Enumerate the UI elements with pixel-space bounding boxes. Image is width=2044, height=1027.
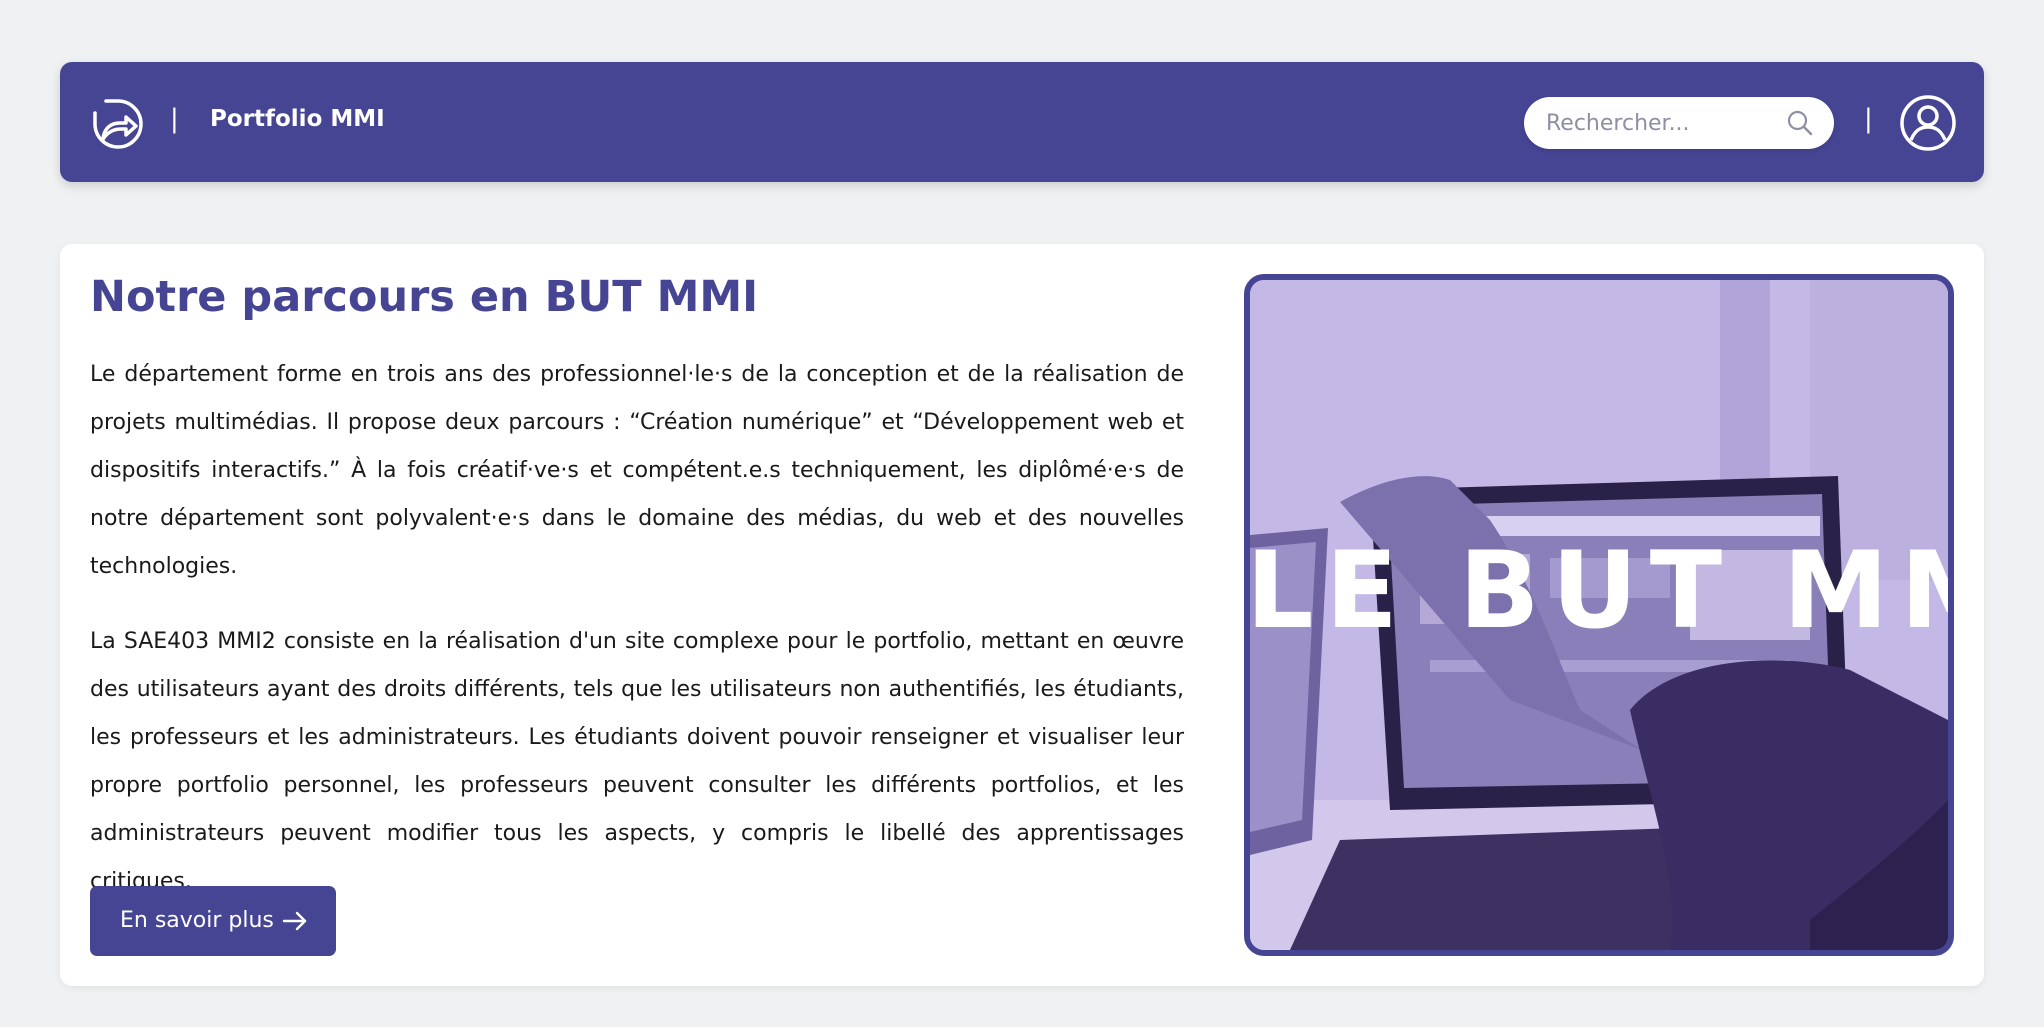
nav-separator: | bbox=[1864, 104, 1873, 134]
learn-more-button[interactable]: En savoir plus bbox=[90, 886, 336, 956]
nav-separator: | bbox=[170, 104, 179, 134]
intro-card: Notre parcours en BUT MMI Le département… bbox=[60, 244, 1984, 986]
site-title[interactable]: Portfolio MMI bbox=[210, 106, 385, 132]
intro-paragraph: Le département forme en trois ans des pr… bbox=[90, 362, 1184, 579]
search-icon[interactable] bbox=[1786, 109, 1814, 137]
sae-paragraph: La SAE403 MMI2 consiste en la réalisatio… bbox=[90, 629, 1184, 894]
hero-image: LE BUT MMI bbox=[1244, 274, 1954, 956]
search-bar bbox=[1524, 97, 1834, 149]
arrow-circle-logo-icon[interactable] bbox=[88, 95, 146, 153]
top-navbar: | Portfolio MMI | bbox=[60, 62, 1984, 182]
page-title: Notre parcours en BUT MMI bbox=[90, 272, 759, 322]
arrow-right-icon bbox=[282, 911, 307, 931]
learn-more-label: En savoir plus bbox=[120, 908, 274, 933]
user-account-icon[interactable] bbox=[1900, 95, 1956, 151]
hero-overlay-text: LE BUT MMI bbox=[1246, 529, 1948, 652]
search-input[interactable] bbox=[1546, 97, 1776, 149]
